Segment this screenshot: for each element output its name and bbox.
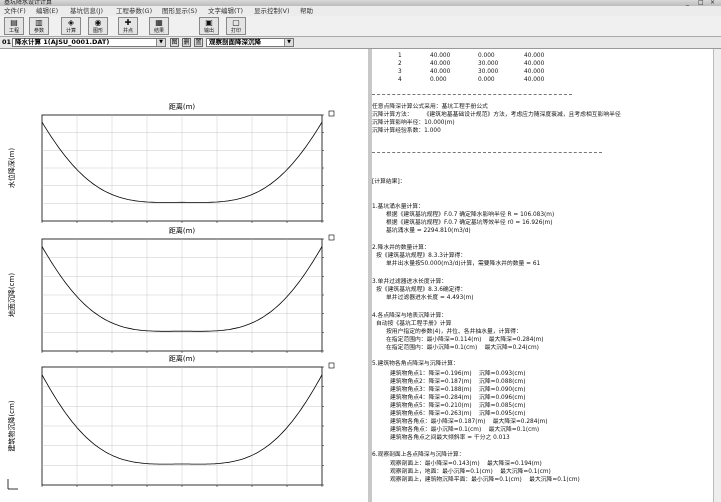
wells-icon: ✚ bbox=[124, 18, 132, 27]
report-line: 在指定范围内：最小降深=0.114(m) 最大降深=0.284(m) bbox=[386, 337, 544, 343]
toolbar-button-wells[interactable]: ✚ 井点 bbox=[118, 17, 138, 35]
report-line: 0.000 bbox=[478, 53, 495, 59]
chart-xlabel: 距离(m) bbox=[169, 102, 196, 111]
report-line: 按《建筑基坑规程》8.3.3计算得： bbox=[376, 253, 467, 259]
report-line: 在指定范围内：最小沉降=0.1(cm) 最大沉降=0.24(cm) bbox=[386, 345, 539, 351]
params-icon: ▥ bbox=[35, 18, 43, 27]
report-line: 按《建筑基坑规程》8.3.6确定得： bbox=[376, 287, 467, 293]
resize-handle[interactable] bbox=[328, 362, 335, 369]
report-line: [计算结果]： bbox=[372, 179, 406, 185]
report-line: 1.基坑涌水量计算： bbox=[372, 204, 424, 210]
project-index: 01 bbox=[2, 38, 12, 46]
project-icon: ▤ bbox=[10, 18, 18, 27]
project-select[interactable]: 降水计算 1(AJSU_0001.DAT) ▼ bbox=[12, 38, 166, 47]
report-line: 沉降计算方法： 《建筑地基基础设计规范》方法，考虑应力随深度衰减，且考虑相互影响… bbox=[372, 112, 621, 118]
report-pane[interactable]: 1 40.000 0.000 40.000 2 40.000 30.000 40.000 3 40… bbox=[372, 49, 721, 502]
report-line: 单井过滤器进水长度 = 4.493(m) bbox=[386, 295, 474, 301]
report-line: 自动按《基坑工程手册》计算 bbox=[376, 321, 452, 327]
report-line: 观察剖面上，地面：最小沉降=0.1(cm) 最大沉降=0.1(cm) bbox=[390, 469, 551, 475]
toolbar-button-print[interactable]: ▢ 打印 bbox=[226, 17, 246, 35]
chart-xlabel: 距离(m) bbox=[169, 354, 196, 363]
report-line: 单井出水量按50.000(m3/d)计算，需要降水井的数量 = 61 bbox=[386, 261, 541, 267]
report-line: 3.单井过滤器进水长度计算： bbox=[372, 279, 448, 285]
report-line: 建筑物各角点：最小沉降=0.1(cm) 最大沉降=0.1(cm) bbox=[390, 427, 540, 433]
menu-view[interactable]: 显示控制(V) bbox=[254, 6, 290, 16]
resize-handle[interactable] bbox=[328, 234, 335, 241]
menu-pit-info[interactable]: 基坑信息(J) bbox=[70, 6, 103, 16]
chart-ylabel: 水位降深(m) bbox=[7, 148, 16, 189]
report-line: 根据《建筑基坑规程》F.0.7 确定基坑等效半径 r0 = 16.926(m) bbox=[386, 220, 553, 226]
report-line: 40.000 bbox=[430, 61, 451, 67]
toolbar-button-graph[interactable]: ◉ 图形 bbox=[88, 17, 108, 35]
report-line: 建筑物角点2：降深=0.187(m) 沉降=0.088(cm) bbox=[390, 379, 526, 385]
report-line: 40.000 bbox=[524, 69, 545, 75]
report-line: 基坑涌水量 = 2294.810(m3/d) bbox=[386, 228, 471, 234]
settings-button[interactable]: 置 bbox=[194, 38, 203, 47]
report-line: 0.000 bbox=[430, 77, 447, 83]
charts-canvas: 距离(m) 水位降深(m) 距离(m) 地面沉降(cm) 距离(m) 建筑物沉降(cm) bbox=[7, 102, 335, 490]
report-line: 40.000 bbox=[524, 61, 545, 67]
chevron-down-icon: ▼ bbox=[156, 39, 165, 46]
report-line: 40.000 bbox=[524, 77, 545, 83]
calc-icon: ◈ bbox=[67, 18, 75, 27]
report-line: 40.000 bbox=[524, 53, 545, 59]
report-line: 任意点降深计算公式采用：基坑工程手册公式 bbox=[372, 104, 488, 110]
toolbar-button-calc[interactable]: ◈ 计算 bbox=[61, 17, 81, 35]
report-line: 建筑物角点5：降深=0.210(m) 沉降=0.085(cm) bbox=[390, 403, 526, 409]
report-line: 4.各点降深与地表沉降计算： bbox=[372, 313, 448, 319]
delete-button[interactable]: 删 bbox=[182, 38, 191, 47]
report-line: 2 bbox=[398, 61, 402, 67]
menu-help[interactable]: 帮助 bbox=[300, 6, 313, 16]
chart-xlabel: 距离(m) bbox=[169, 226, 196, 235]
toolbar-button-params[interactable]: ▥ 参数 bbox=[29, 17, 49, 35]
report-line: 建筑物各角点：最小降深=0.187(m) 最大降深=0.284(m) bbox=[390, 419, 548, 425]
report-line: 40.000 bbox=[430, 53, 451, 59]
report-line: 30.000 bbox=[478, 69, 499, 75]
resize-handle[interactable] bbox=[328, 110, 335, 117]
graph-icon: ◉ bbox=[94, 18, 102, 27]
report-line: 观察剖面上，建筑物沉降平面：最小沉降=0.1(cm) 最大沉降=0.1(cm) bbox=[390, 477, 580, 483]
report-line: 按用户指定的参数(4)，井位、各井抽水量，计算得： bbox=[386, 329, 522, 335]
report-separator bbox=[372, 94, 572, 95]
chart-ylabel: 地面沉降(cm) bbox=[7, 273, 16, 317]
report-line: 2.降水井的数量计算： bbox=[372, 245, 430, 251]
chevron-down-icon: ▼ bbox=[284, 39, 293, 46]
chart-pane[interactable]: 距离(m) 水位降深(m) 距离(m) 地面沉降(cm) 距离(m) 建筑物沉降(cm) bbox=[0, 49, 369, 502]
report-line: 40.000 bbox=[430, 69, 451, 75]
output-icon: ▣ bbox=[205, 18, 213, 27]
result-icon: ▦ bbox=[155, 18, 163, 27]
report-line: 沉降计算影响半径：10.000(m) bbox=[372, 120, 455, 126]
report-separator bbox=[372, 152, 602, 153]
report-line: 建筑物各角点之间最大倾斜率 = 千分之 0.013 bbox=[390, 435, 510, 441]
report-line: 观察剖面上：最小降深=0.143(m) 最大降深=0.194(m) bbox=[390, 461, 542, 467]
report-line: 1 bbox=[398, 53, 402, 59]
chart-ylabel: 建筑物沉降(cm) bbox=[7, 400, 16, 451]
report-line: 建筑物角点1：降深=0.196(m) 沉降=0.093(cm) bbox=[390, 371, 526, 377]
report-line: 0.000 bbox=[478, 77, 495, 83]
report-line: 4 bbox=[398, 77, 402, 83]
menu-params[interactable]: 工程参数(G) bbox=[116, 6, 152, 16]
menu-graph[interactable]: 图形显示(S) bbox=[162, 6, 197, 16]
menu-file[interactable]: 文件(F) bbox=[4, 6, 26, 16]
menu-text-edit[interactable]: 文字编辑(T) bbox=[208, 6, 243, 16]
selector-bar: 01 降水计算 1(AJSU_0001.DAT) ▼ 图 删 置 观察剖面降深沉… bbox=[0, 37, 721, 49]
toolbar-button-output[interactable]: ▣ 输出 bbox=[199, 17, 219, 35]
view-mode-select[interactable]: 观察剖面降深沉降 ▼ bbox=[206, 38, 294, 47]
report-line: 建筑物角点6：降深=0.263(m) 沉降=0.095(cm) bbox=[390, 411, 526, 417]
report-line: 根据《建筑基坑规程》F.0.7 确定降水影响半径 R = 106.083(m) bbox=[386, 212, 555, 218]
report-line: 建筑物角点3：降深=0.188(m) 沉降=0.090(cm) bbox=[390, 387, 526, 393]
toolbar: ▤ 工程 ▥ 参数 ◈ 计算 ◉ 图形 ✚ 井点 ▦ 结果 ▣ 输出 ▢ 打印 bbox=[0, 16, 721, 37]
graph-button[interactable]: 图 bbox=[170, 38, 179, 47]
report-line: 6.观察剖面上各点降深与沉降计算： bbox=[372, 452, 465, 458]
menu-edit[interactable]: 编辑(E) bbox=[36, 6, 58, 16]
report-line: 30.000 bbox=[478, 61, 499, 67]
toolbar-button-result[interactable]: ▦ 结果 bbox=[149, 17, 169, 35]
report-line: 沉降计算经验系数：1.000 bbox=[372, 128, 441, 134]
report-line: 3 bbox=[398, 69, 402, 75]
toolbar-button-project[interactable]: ▤ 工程 bbox=[4, 17, 24, 35]
report-line: 5.建筑物各角点降深与沉降计算： bbox=[372, 361, 459, 367]
print-icon: ▢ bbox=[232, 18, 240, 27]
report-scrollbar[interactable] bbox=[713, 49, 721, 502]
report-line: 建筑物角点4：降深=0.284(m) 沉降=0.096(cm) bbox=[390, 395, 526, 401]
